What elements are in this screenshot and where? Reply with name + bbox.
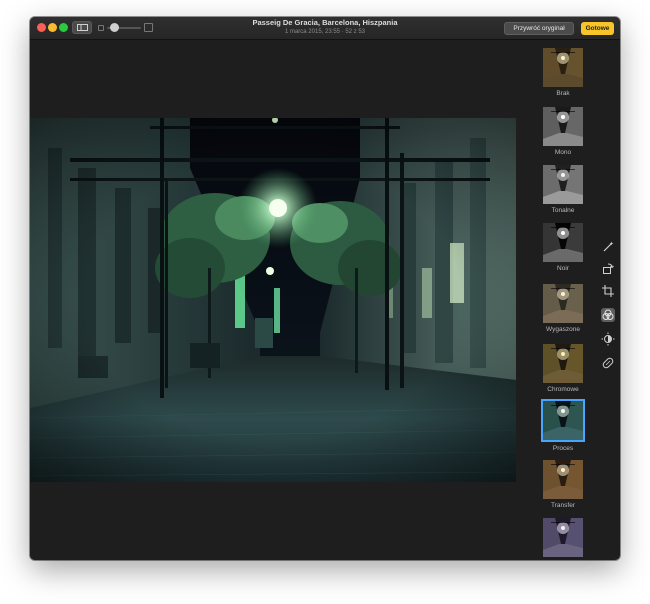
retouch-tool-button[interactable] [601, 356, 615, 370]
crop-tool-button[interactable] [601, 284, 615, 298]
street-photo [30, 118, 516, 482]
filter-chromowe[interactable]: Chromowe [541, 344, 585, 393]
fullscreen-window-button[interactable] [59, 23, 68, 32]
magic-wand-tool-button[interactable] [601, 240, 615, 254]
filter-proces[interactable]: Proces [541, 399, 585, 452]
retouch-icon [601, 356, 615, 375]
filter-label: Transfer [551, 502, 575, 509]
filter-mono[interactable]: Mono [541, 107, 585, 156]
title-area: Passeig De Gracia, Barcelona, Hiszpania … [210, 18, 440, 37]
filter-label: Mono [554, 149, 572, 156]
filters-tool-button[interactable] [601, 308, 615, 322]
filter-transfer[interactable]: Transfer [541, 460, 585, 509]
filter-brak[interactable]: Brak [541, 48, 585, 97]
filter-tonalne[interactable]: Tonalne [541, 165, 585, 214]
filter-label: Proces [552, 445, 574, 452]
filter-label: Tonalne [551, 207, 575, 214]
minimize-window-button[interactable] [48, 23, 57, 32]
done-button[interactable]: Gotowe [581, 22, 614, 35]
edit-tools-bar [596, 40, 620, 560]
filter-label: Chromowe [547, 386, 579, 393]
photo-preview[interactable] [30, 118, 516, 482]
photos-edit-window: Passeig De Gracia, Barcelona, Hiszpania … [30, 17, 620, 560]
filters-icon [601, 308, 615, 327]
sidebar-toggle-button[interactable] [72, 21, 92, 34]
filter-thumbnail[interactable] [541, 399, 585, 442]
magic-wand-icon [601, 240, 615, 259]
revert-to-original-button[interactable]: Przywróć oryginał [504, 22, 574, 35]
filters-panel: Brak Mono Tonalne Noir Wygaszone Chromowe Proc… [538, 40, 588, 560]
filter-thumbnail[interactable] [543, 48, 583, 87]
filter-wygaszone[interactable]: Wygaszone [541, 284, 585, 333]
filter-label: Wygaszone [546, 326, 580, 333]
filter-label: Noir [557, 265, 569, 272]
sidebar-icon [77, 24, 88, 31]
zoom-slider-knob[interactable] [110, 23, 119, 32]
filter-thumbnail[interactable] [543, 223, 583, 262]
filter-thumbnail[interactable] [543, 107, 583, 146]
photo-canvas [30, 40, 536, 560]
rotate-icon [601, 262, 615, 281]
window-title: Passeig De Gracia, Barcelona, Hiszpania [252, 18, 398, 27]
filter-thumbnail[interactable] [543, 518, 583, 557]
filter-thumbnail[interactable] [543, 284, 583, 323]
close-window-button[interactable] [37, 23, 46, 32]
rotate-tool-button[interactable] [601, 262, 615, 276]
zoom-out-icon[interactable] [98, 25, 104, 31]
filter-thumbnail[interactable] [543, 460, 583, 499]
crop-icon [601, 284, 615, 303]
filter-thumbnail[interactable] [543, 165, 583, 204]
zoom-in-icon[interactable] [144, 23, 153, 32]
adjust-tool-button[interactable] [601, 332, 615, 346]
filter-noir[interactable]: Noir [541, 223, 585, 272]
filter-label: Brak [556, 90, 570, 97]
filter-thumbnail[interactable] [543, 344, 583, 383]
title-bar: Passeig De Gracia, Barcelona, Hiszpania … [30, 17, 620, 40]
filter-błyskawiczne[interactable]: Błyskawiczne [541, 518, 585, 560]
window-subtitle: 1 marca 2015, 23:55 · 52 z 53 [284, 29, 366, 35]
adjust-icon [601, 332, 615, 351]
